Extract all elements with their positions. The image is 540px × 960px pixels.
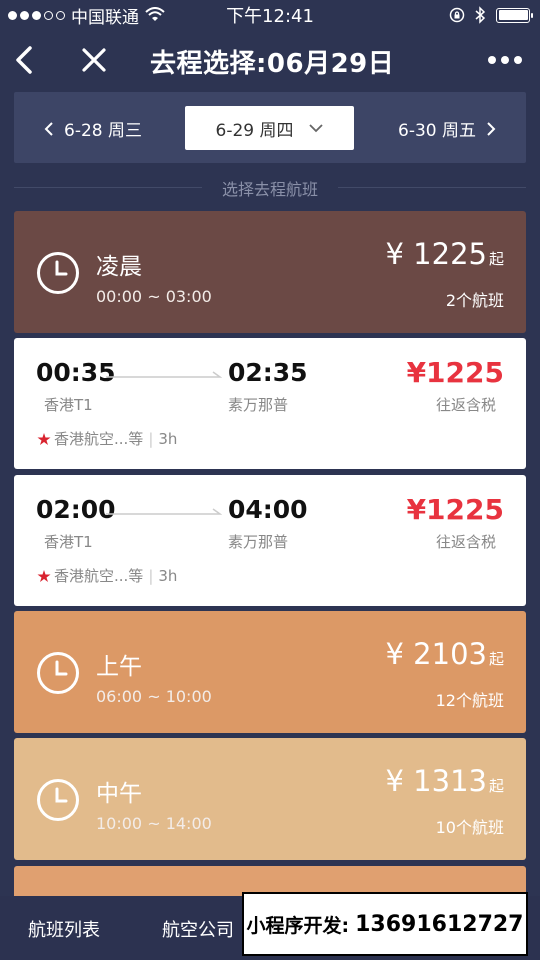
- clock-icon: [37, 779, 79, 821]
- section-label: 选择去程航班: [221, 180, 318, 199]
- tax-note: 往返含税: [435, 533, 496, 551]
- airline-info: 香港航空...等 | 3h: [36, 565, 177, 586]
- ad-phone: 13691612727: [355, 911, 524, 937]
- flight-duration: 3h: [158, 429, 178, 448]
- arrival-airport: 素万那普: [228, 533, 289, 551]
- chevron-left-icon: [44, 121, 53, 136]
- arrival-airport: 素万那普: [228, 396, 289, 414]
- period-name: 凌晨: [96, 254, 142, 280]
- tab-airlines[interactable]: 航空公司: [162, 916, 234, 942]
- period-range: 06:00 ~ 10:00: [96, 687, 212, 706]
- ad-label: 小程序开发:: [246, 914, 350, 937]
- period-card-noon[interactable]: 中午 10:00 ~ 14:00 ¥ 1313 起 10个航班: [14, 738, 526, 860]
- period-count: 2个航班: [445, 291, 504, 310]
- arrow-icon: [106, 371, 222, 378]
- period-count: 10个航班: [435, 818, 504, 837]
- clock-icon: [37, 252, 79, 294]
- flight-price: ¥1225: [406, 356, 504, 389]
- period-card-early-morning[interactable]: 凌晨 00:00 ~ 03:00 ¥ 1225 起 2个航班: [14, 211, 526, 333]
- arrival-time: 02:35: [228, 358, 308, 387]
- period-price: ¥ 2103 起: [385, 637, 505, 671]
- chevron-down-icon: [308, 124, 323, 133]
- period-range: 00:00 ~ 03:00: [96, 287, 212, 306]
- period-card-morning[interactable]: 上午 06:00 ~ 10:00 ¥ 2103 起 12个航班: [14, 611, 526, 733]
- airline-name: 香港航空...等: [54, 430, 144, 448]
- period-count: 12个航班: [435, 691, 504, 710]
- prev-date-label: 6-28 周三: [64, 121, 142, 141]
- status-right: [449, 6, 533, 24]
- departure-time: 02:00: [36, 495, 116, 524]
- nav-bar: 去程选择:06月29日: [0, 30, 540, 92]
- arrival-time: 04:00: [228, 495, 308, 524]
- next-date-label: 6-30 周五: [398, 121, 476, 141]
- arrow-icon: [106, 508, 222, 515]
- next-date-button[interactable]: 6-30 周五: [398, 116, 496, 141]
- period-name: 上午: [96, 654, 142, 680]
- status-bar: 中国联通 下午12:41: [0, 0, 540, 30]
- flight-duration: 3h: [158, 566, 178, 585]
- departure-airport: 香港T1: [44, 396, 93, 414]
- divider-right: [338, 187, 526, 188]
- page-title: 去程选择:06月29日: [150, 49, 395, 79]
- ad-banner: 小程序开发: 13691612727: [242, 892, 528, 956]
- more-icon[interactable]: [488, 56, 522, 64]
- departure-time: 00:35: [36, 358, 116, 387]
- tab-flight-list[interactable]: 航班列表: [28, 916, 100, 942]
- flight-card[interactable]: 02:00 04:00 香港T1 素万那普 ¥1225 往返含税 香港航空...…: [14, 475, 526, 606]
- back-icon[interactable]: [12, 44, 38, 76]
- clock-icon: [37, 652, 79, 694]
- airline-logo-icon: [37, 569, 51, 582]
- battery-icon: [496, 7, 533, 23]
- airline-logo-icon: [37, 432, 51, 445]
- chevron-right-icon: [487, 121, 496, 136]
- tax-note: 往返含税: [435, 396, 496, 414]
- rotation-lock-icon: [449, 7, 465, 23]
- current-date-dropdown[interactable]: 6-29 周四: [185, 106, 354, 150]
- flight-price: ¥1225: [406, 493, 504, 526]
- flight-card[interactable]: 00:35 02:35 香港T1 素万那普 ¥1225 往返含税 香港航空...…: [14, 338, 526, 469]
- close-icon[interactable]: [80, 46, 108, 74]
- current-date-label: 6-29 周四: [215, 120, 294, 141]
- bluetooth-icon: [475, 6, 486, 24]
- airline-info: 香港航空...等 | 3h: [36, 428, 177, 449]
- date-selector: 6-28 周三 6-29 周四 6-30 周五: [14, 92, 526, 163]
- airline-name: 香港航空...等: [54, 567, 144, 585]
- period-name: 中午: [96, 781, 142, 807]
- period-range: 10:00 ~ 14:00: [96, 814, 212, 833]
- period-price: ¥ 1313 起: [385, 764, 505, 798]
- period-price: ¥ 1225 起: [385, 237, 505, 271]
- departure-airport: 香港T1: [44, 533, 93, 551]
- prev-date-button[interactable]: 6-28 周三: [44, 116, 142, 141]
